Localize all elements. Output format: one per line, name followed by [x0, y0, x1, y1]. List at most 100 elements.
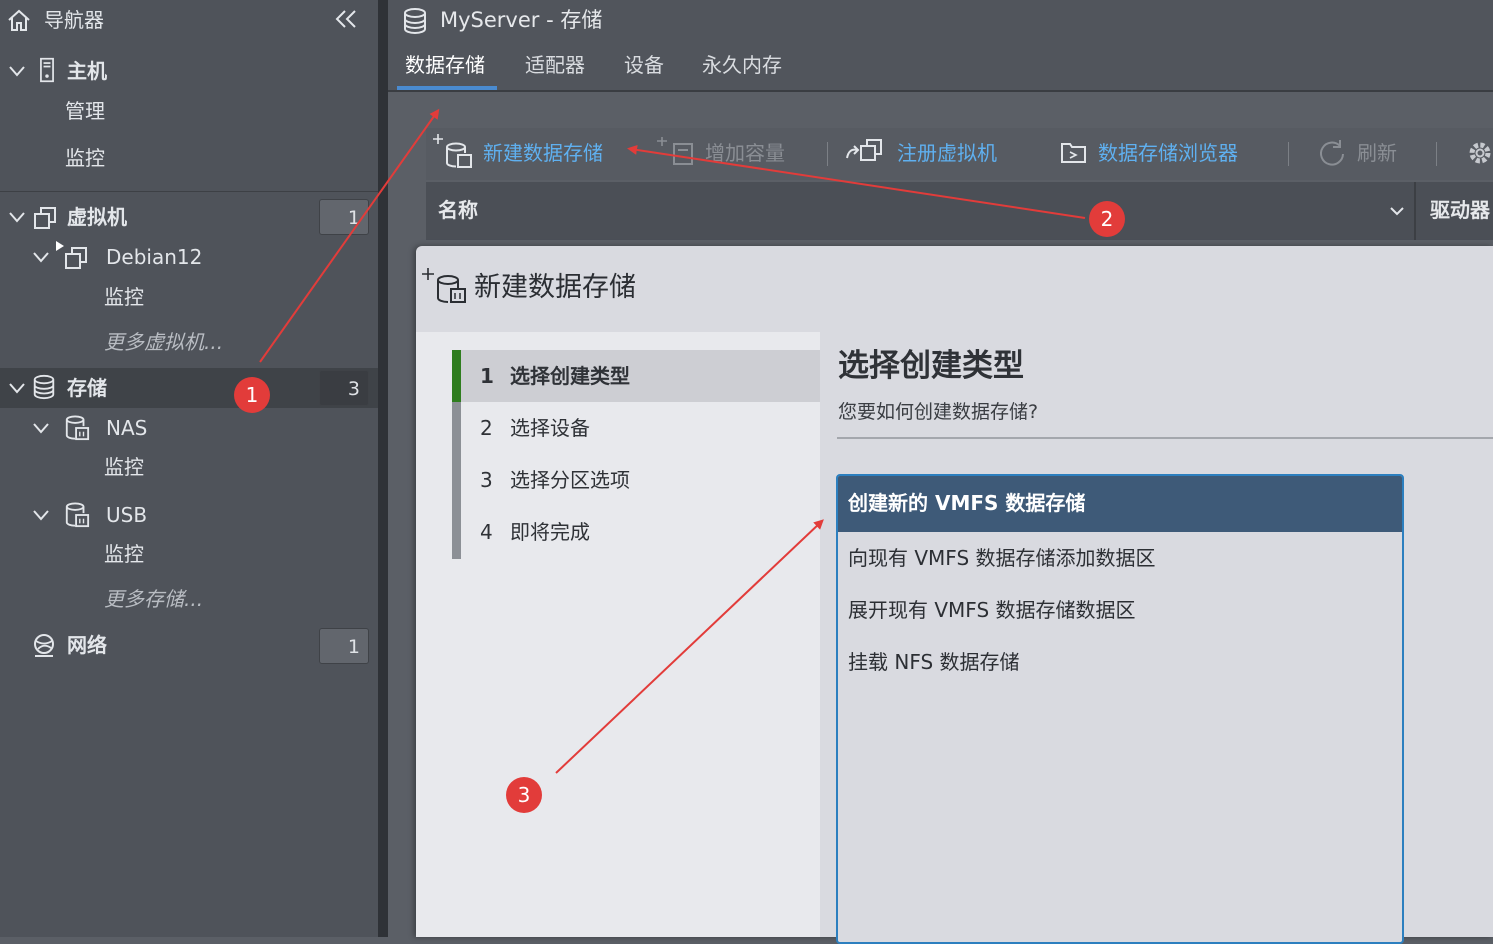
nav-item-datastore-usb[interactable]: USB	[0, 495, 378, 535]
folder-browser-icon	[1061, 143, 1086, 163]
nav-vm-name: Debian12	[106, 245, 203, 269]
home-icon[interactable]	[6, 7, 32, 33]
option-mount-nfs[interactable]: 挂载 NFS 数据存储	[838, 636, 1402, 688]
nav-more-vms-label: 更多虚拟机...	[104, 330, 224, 354]
step-number: 2	[480, 416, 493, 440]
nav-nas-monitor-label: 监控	[104, 455, 144, 479]
step-number: 3	[480, 468, 493, 492]
storage-count-badge: 3	[319, 370, 369, 406]
option-create-vmfs[interactable]: 创建新的 VMFS 数据存储	[838, 476, 1402, 532]
nav-item-vm-monitor[interactable]: 监控	[0, 277, 378, 317]
network-icon	[34, 634, 54, 657]
chevron-down-icon[interactable]	[8, 379, 26, 397]
new-datastore-icon	[422, 268, 466, 303]
nav-item-more-storage[interactable]: 更多存储...	[0, 579, 378, 619]
step-label: 即将完成	[510, 520, 590, 544]
dialog-title: 新建数据存储	[474, 272, 636, 303]
column-menu-chevron-icon[interactable]	[1389, 203, 1405, 219]
step-progress-indicator-active	[452, 350, 461, 402]
nav-host-label: 主机	[67, 59, 107, 83]
heading-divider	[837, 437, 1493, 439]
tab-devices[interactable]: 设备	[624, 48, 664, 90]
nav-host-monitor-label: 监控	[65, 146, 105, 170]
column-header-driver[interactable]: 驱动器	[1430, 192, 1490, 228]
nav-item-usb-monitor[interactable]: 监控	[0, 534, 378, 574]
navigator-header: 导航器	[0, 0, 378, 40]
page-title: MyServer - 存储	[440, 8, 603, 32]
step-label: 选择创建类型	[510, 364, 630, 388]
vm-count-badge: 1	[319, 199, 369, 235]
wizard-step-3[interactable]: 3 选择分区选项	[461, 454, 820, 506]
nav-usb-monitor-label: 监控	[104, 542, 144, 566]
nav-storage-label: 存储	[67, 376, 107, 400]
wizard-heading: 选择创建类型	[838, 348, 1024, 384]
chevron-down-icon[interactable]	[32, 506, 50, 524]
toolbar-separator	[827, 142, 828, 166]
datastore-browser-label: 数据存储浏览器	[1098, 141, 1238, 165]
wizard-step-4[interactable]: 4 即将完成	[461, 506, 820, 558]
wizard-question: 您要如何创建数据存储?	[838, 401, 1039, 423]
option-expand-extent[interactable]: 展开现有 VMFS 数据存储数据区	[838, 584, 1402, 636]
step-label: 选择设备	[510, 416, 590, 440]
creation-type-list[interactable]: 创建新的 VMFS 数据存储 向现有 VMFS 数据存储添加数据区 展开现有 V…	[836, 474, 1404, 944]
nav-item-manage[interactable]: 管理	[0, 91, 378, 131]
nav-vm-monitor-label: 监控	[104, 285, 144, 309]
sidebar-resize-handle[interactable]	[378, 0, 388, 937]
step-number: 1	[480, 364, 494, 388]
tab-datastores[interactable]: 数据存储	[405, 48, 485, 90]
nav-network-label: 网络	[67, 633, 107, 657]
refresh-label: 刷新	[1357, 141, 1397, 165]
option-add-extent[interactable]: 向现有 VMFS 数据存储添加数据区	[838, 532, 1402, 584]
tab-persistent-memory[interactable]: 永久内存	[702, 48, 782, 90]
nav-item-vms[interactable]: 虚拟机 1	[0, 197, 378, 237]
navigator-panel: 导航器 主机 管理 监控 虚拟机 1 Debian12 监控 更多虚拟机... …	[0, 0, 378, 937]
step-number: 4	[480, 520, 493, 544]
gear-icon[interactable]	[1466, 139, 1493, 167]
step-label: 选择分区选项	[510, 468, 630, 492]
nav-item-vm-debian12[interactable]: Debian12	[0, 237, 378, 277]
network-count-badge: 1	[319, 628, 369, 664]
datastore-icon	[65, 502, 90, 528]
nav-item-storage[interactable]: 存储 3	[0, 368, 378, 408]
table-header	[426, 182, 1493, 240]
header-divider	[388, 90, 1493, 92]
step-progress-indicator	[452, 402, 461, 559]
chevron-down-icon[interactable]	[32, 419, 50, 437]
nav-item-network[interactable]: 网络 1	[0, 625, 378, 665]
nav-item-more-vms[interactable]: 更多虚拟机...	[0, 322, 378, 362]
register-vm-icon	[846, 139, 882, 161]
chevron-down-icon[interactable]	[32, 248, 50, 266]
storage-icon	[33, 374, 55, 400]
datastore-icon	[65, 415, 90, 441]
collapse-icon[interactable]	[334, 8, 358, 30]
tab-adapters[interactable]: 适配器	[525, 48, 585, 90]
wizard-step-1[interactable]: 1 选择创建类型	[461, 350, 820, 402]
increase-capacity-label: 增加容量	[705, 141, 785, 165]
nav-item-nas-monitor[interactable]: 监控	[0, 447, 378, 487]
column-separator[interactable]	[1414, 182, 1416, 240]
nav-item-host[interactable]: 主机	[0, 51, 378, 91]
toolbar-separator	[1436, 142, 1437, 166]
refresh-icon	[1320, 140, 1344, 166]
new-datastore-label: 新建数据存储	[483, 141, 603, 165]
nav-datastore-name: USB	[106, 503, 148, 527]
nav-item-host-monitor[interactable]: 监控	[0, 138, 378, 178]
chevron-down-icon[interactable]	[8, 62, 26, 80]
nav-more-storage-label: 更多存储...	[104, 587, 204, 611]
wizard-step-2[interactable]: 2 选择设备	[461, 402, 820, 454]
new-datastore-icon	[433, 134, 472, 168]
nav-item-datastore-nas[interactable]: NAS	[0, 408, 378, 448]
nav-divider	[0, 191, 378, 192]
increase-capacity-icon	[657, 137, 693, 165]
column-header-name[interactable]: 名称	[438, 192, 478, 228]
nav-datastore-name: NAS	[106, 416, 148, 440]
vm-icon	[65, 247, 87, 269]
nav-manage-label: 管理	[65, 99, 105, 123]
navigator-title: 导航器	[44, 8, 104, 32]
host-icon	[40, 57, 54, 83]
toolbar-separator	[1288, 142, 1289, 166]
chevron-down-icon[interactable]	[8, 208, 26, 226]
storage-icon	[404, 8, 426, 34]
vm-icon	[34, 207, 56, 229]
nav-vms-label: 虚拟机	[67, 205, 127, 229]
